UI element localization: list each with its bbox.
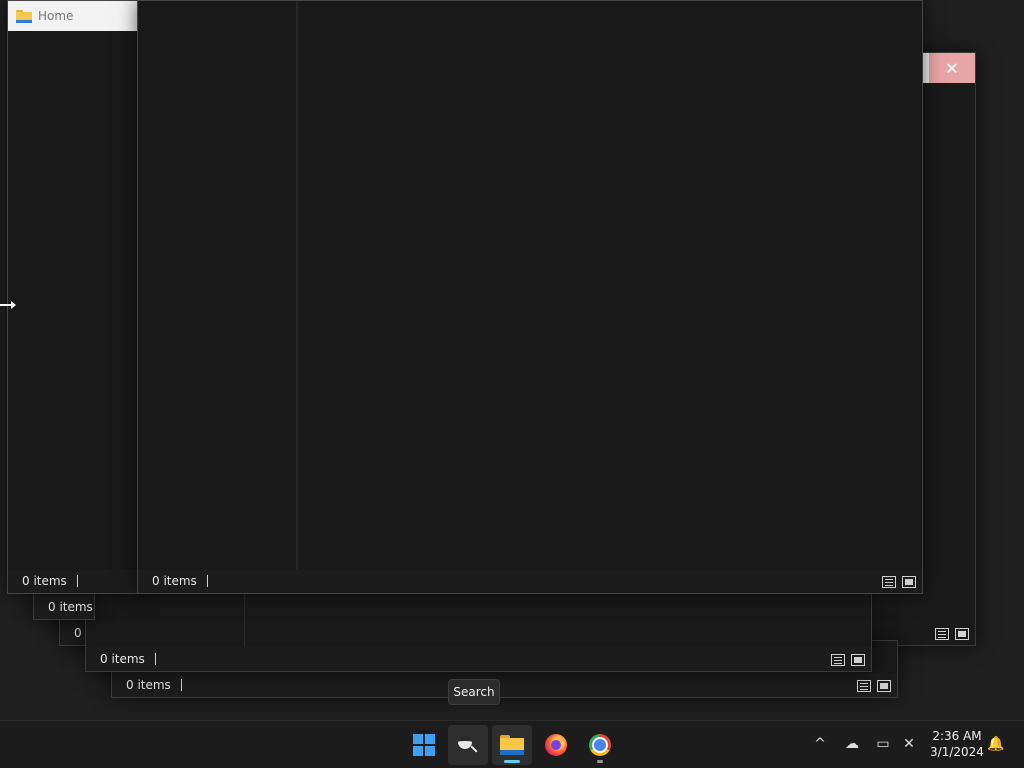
status-item-count: 0 items <box>152 574 197 588</box>
folder-icon <box>16 9 32 23</box>
status-separator <box>180 679 182 691</box>
show-hidden-icons-button[interactable]: ^ <box>809 733 831 755</box>
large-icons-view-icon[interactable] <box>902 576 916 588</box>
firefox-icon <box>545 734 567 756</box>
large-icons-view-icon[interactable] <box>877 680 891 692</box>
clock-time: 2:36 AM <box>932 729 982 743</box>
explorer-window-back-a[interactable]: 0 items <box>33 592 95 620</box>
status-bar: 0 items <box>34 595 94 619</box>
nav-pane-divider[interactable] <box>296 1 298 569</box>
window-title: Home <box>38 9 74 23</box>
titlebar: Home <box>8 1 148 31</box>
chrome-icon <box>589 734 611 756</box>
status-bar: 0 items <box>8 569 148 593</box>
status-separator <box>154 653 156 665</box>
status-item-count: 0 items <box>48 600 93 614</box>
file-explorer-icon <box>500 735 524 755</box>
view-icons <box>935 628 969 640</box>
resize-cursor-icon <box>0 301 16 309</box>
explorer-window-back-b[interactable]: 0 items <box>85 592 872 672</box>
close-button[interactable]: ✕ <box>929 53 975 83</box>
nav-pane-divider <box>244 593 245 647</box>
view-icons <box>857 680 891 692</box>
active-indicator <box>504 760 520 763</box>
volume-button[interactable]: ✕ <box>898 733 920 755</box>
view-icons <box>882 576 916 588</box>
start-button[interactable] <box>404 725 444 765</box>
explorer-window-front[interactable]: 0 items <box>137 0 923 594</box>
tooltip-text: Search <box>453 685 495 699</box>
search-icon <box>457 734 479 756</box>
explorer-window-home[interactable]: Home 0 items <box>7 0 149 594</box>
chrome-button[interactable] <box>580 725 620 765</box>
status-bar: 0 items <box>138 569 922 593</box>
volume-muted-icon: ✕ <box>903 736 915 752</box>
cloud-off-icon: ☁ <box>845 736 859 752</box>
details-view-icon[interactable] <box>831 654 845 666</box>
network-icon: ▭ <box>876 736 890 752</box>
details-view-icon[interactable] <box>882 576 896 588</box>
chevron-up-icon: ^ <box>814 736 826 752</box>
running-indicator <box>597 760 603 763</box>
clock[interactable]: 2:36 AM 3/1/2024 <box>928 728 986 760</box>
onedrive-button[interactable]: ☁ <box>841 733 863 755</box>
large-icons-view-icon[interactable] <box>851 654 865 666</box>
status-bar: 0 items <box>112 673 897 697</box>
taskbar: ^ ☁ ▭ ✕ 2:36 AM 3/1/2024 🔔 <box>0 720 1024 768</box>
status-bar: 0 items <box>86 647 871 671</box>
search-button[interactable] <box>448 725 488 765</box>
view-icons <box>831 654 865 666</box>
clock-date: 3/1/2024 <box>930 745 984 759</box>
firefox-button[interactable] <box>536 725 576 765</box>
status-item-count: 0 items <box>100 652 145 666</box>
status-separator <box>76 575 78 587</box>
windows-logo-icon <box>413 734 435 756</box>
search-tooltip: Search <box>448 679 500 705</box>
large-icons-view-icon[interactable] <box>955 628 969 640</box>
file-explorer-button[interactable] <box>492 725 532 765</box>
details-view-icon[interactable] <box>857 680 871 692</box>
notification-button[interactable]: 🔔 <box>985 733 1007 755</box>
status-item-count: 0 items <box>22 574 67 588</box>
details-view-icon[interactable] <box>935 628 949 640</box>
status-separator <box>206 575 208 587</box>
network-button[interactable]: ▭ <box>872 733 894 755</box>
close-icon: ✕ <box>945 58 959 78</box>
bell-icon: 🔔 <box>987 736 1005 752</box>
status-item-count: 0 items <box>126 678 171 692</box>
